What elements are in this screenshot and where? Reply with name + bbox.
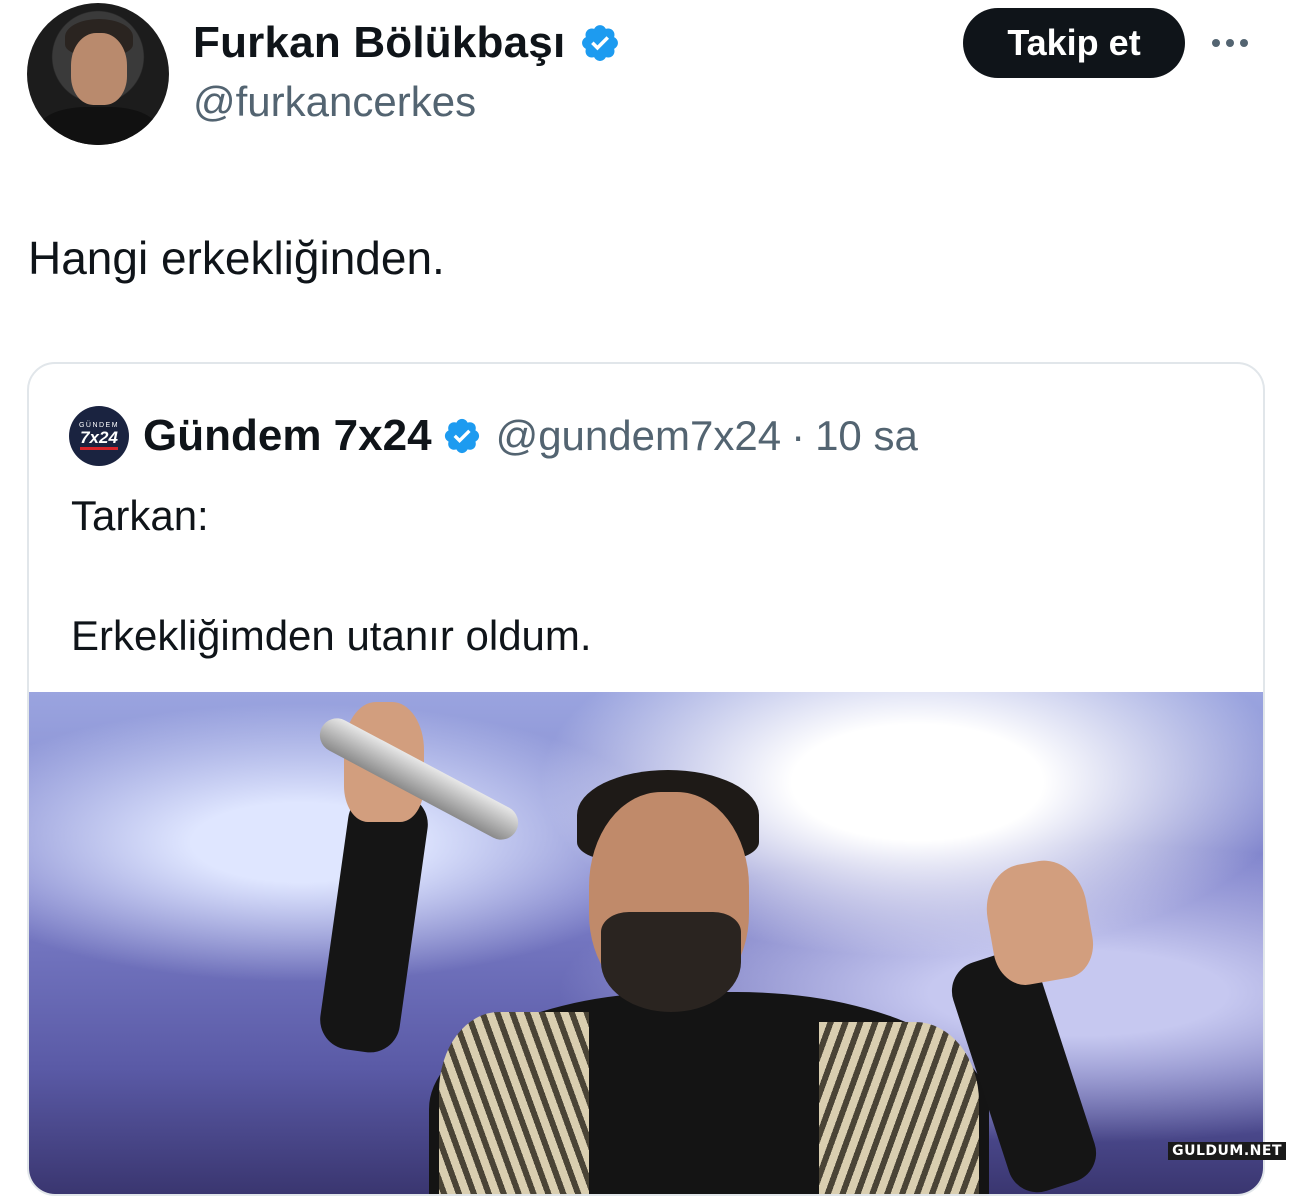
avatar-shirt: [37, 107, 159, 145]
author-avatar[interactable]: [27, 3, 169, 145]
photo-beard: [601, 912, 741, 1012]
quoted-author-handle[interactable]: @gundem7x24: [496, 412, 782, 460]
follow-button[interactable]: Takip et: [963, 8, 1185, 78]
site-watermark: GULDUM.NET: [1168, 1142, 1286, 1160]
quoted-author-name[interactable]: Gündem 7x24: [143, 411, 432, 461]
author-handle[interactable]: @furkancerkes: [193, 78, 621, 126]
more-dot: [1240, 39, 1248, 47]
verified-badge-icon: [582, 25, 619, 61]
photo-vest-right: [819, 1022, 979, 1194]
quoted-tweet-photo[interactable]: [29, 692, 1263, 1194]
quoted-separator: ·: [791, 412, 806, 459]
author-name-row: Furkan Bölükbaşı: [193, 18, 621, 68]
more-options-icon[interactable]: [1212, 30, 1260, 56]
quoted-timestamp[interactable]: 10 sa: [815, 412, 918, 460]
quoted-tweet-card[interactable]: GÜNDEM 7x24 Gündem 7x24 @gundem7x24 · 10…: [27, 362, 1265, 1196]
quoted-tweet-text: Tarkan: Erkekliğimden utanır oldum.: [71, 492, 592, 659]
avatar-face: [71, 33, 127, 105]
quoted-tweet-header: GÜNDEM 7x24 Gündem 7x24 @gundem7x24 · 10…: [69, 406, 918, 466]
photo-left-arm: [316, 787, 432, 1057]
author-info: Furkan Bölükbaşı @furkancerkes: [193, 18, 621, 126]
verified-badge-icon: [444, 418, 479, 454]
tweet-text: Hangi erkekliğinden.: [28, 232, 445, 284]
quoted-avatar[interactable]: GÜNDEM 7x24: [69, 406, 129, 466]
quoted-avatar-big-text: 7x24: [80, 429, 118, 450]
author-name[interactable]: Furkan Bölükbaşı: [193, 18, 565, 68]
more-dot: [1226, 39, 1234, 47]
more-dot: [1212, 39, 1220, 47]
photo-vest-left: [439, 1012, 589, 1194]
